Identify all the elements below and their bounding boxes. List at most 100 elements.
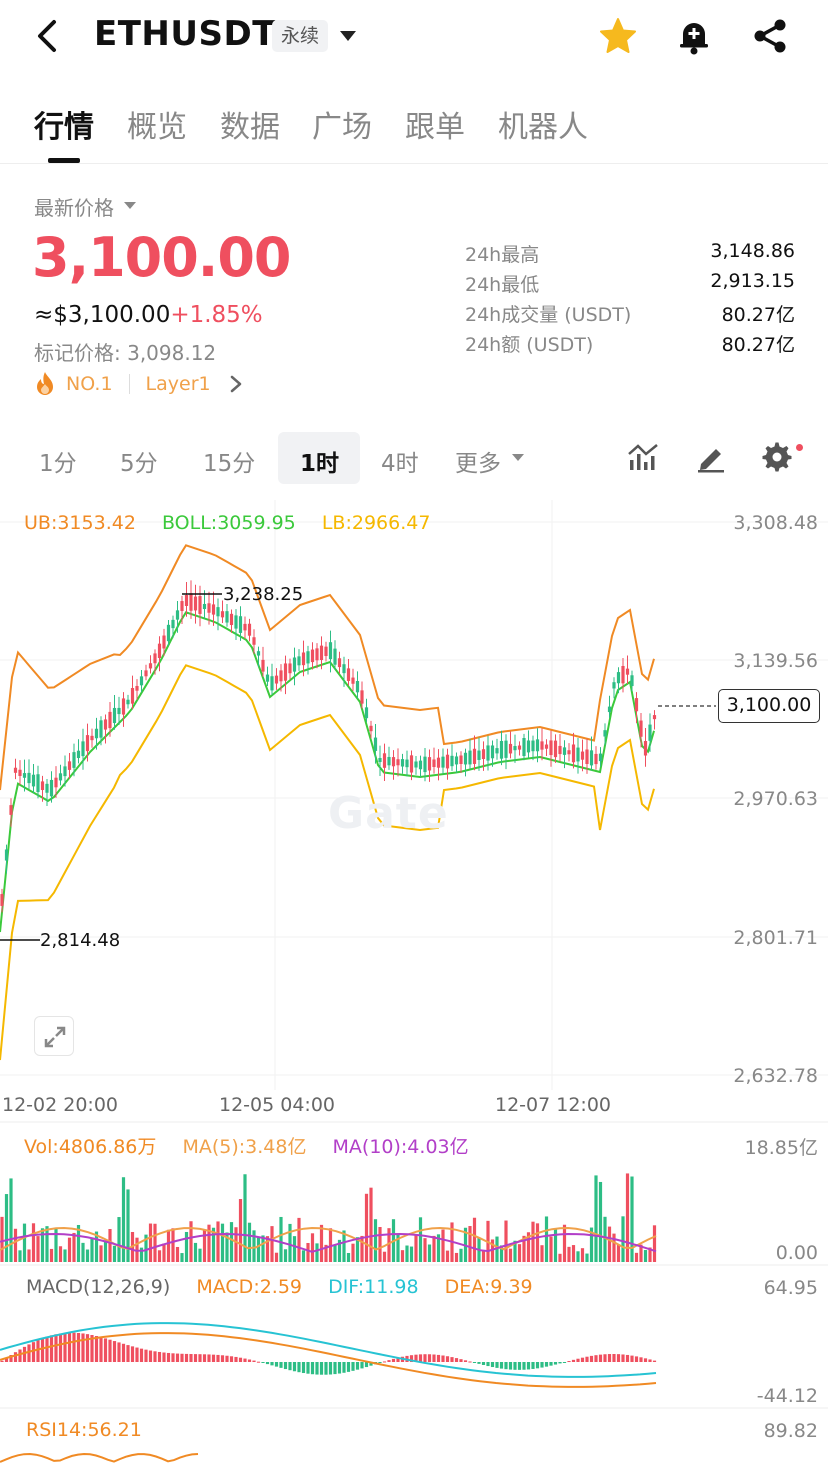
volume-bar	[301, 1250, 306, 1262]
last-price-label[interactable]: 最新价格	[34, 192, 114, 221]
expand-icon	[44, 1026, 66, 1048]
volume-bar	[45, 1226, 49, 1262]
rank-label: NO.1	[66, 373, 113, 395]
tab-data[interactable]: 数据	[220, 102, 280, 146]
candle-body	[99, 720, 103, 738]
pair-title[interactable]: ETHUSDT	[94, 14, 276, 54]
candle-body	[459, 755, 463, 764]
candle-body	[283, 663, 288, 681]
volume-bar	[364, 1193, 369, 1262]
macd-histogram-bar	[531, 1362, 535, 1369]
macd-histogram-bar	[153, 1351, 157, 1362]
volume-bar	[270, 1226, 274, 1262]
chevron-right-icon	[230, 375, 241, 393]
tab-overview[interactable]: 概览	[127, 102, 187, 146]
settings-notification-dot	[796, 444, 803, 451]
volume-bar	[472, 1217, 477, 1262]
volume-ma5: MA(5):3.48亿	[182, 1136, 307, 1158]
volume-bar	[193, 1242, 198, 1262]
volume-bar	[121, 1177, 126, 1262]
macd-histogram-bar	[436, 1354, 441, 1362]
dea-value: DEA:9.39	[444, 1276, 533, 1298]
more-caret-icon[interactable]	[512, 454, 524, 461]
candle-body	[157, 643, 162, 659]
volume-legend[interactable]: Vol:4806.86万 MA(5):3.48亿 MA(10):4.03亿	[24, 1132, 469, 1159]
rank-row[interactable]: NO.1 Layer1	[34, 370, 243, 398]
volume-bar	[112, 1245, 117, 1262]
volume-bar	[481, 1250, 486, 1262]
macd-histogram-bar	[576, 1358, 580, 1362]
volume-bar	[652, 1225, 657, 1262]
pair-dropdown-caret-icon[interactable]	[340, 31, 356, 41]
y-tick-label: 2,632.78	[733, 1065, 818, 1087]
candle-body	[634, 698, 639, 712]
interval-1h[interactable]: 1时	[300, 444, 339, 478]
back-arrow-icon[interactable]	[30, 16, 66, 56]
candle-body	[121, 698, 126, 715]
volume-bar	[423, 1238, 427, 1262]
tab-square[interactable]: 广场	[312, 102, 372, 146]
candle-body	[450, 755, 454, 767]
volume-bar	[405, 1245, 409, 1262]
candle-body	[256, 651, 261, 656]
macd-histogram-bar	[36, 1340, 40, 1362]
price-alert-bell-icon[interactable]	[674, 16, 714, 56]
macd-histogram-bar	[391, 1358, 396, 1362]
volume-bar	[418, 1217, 423, 1262]
favorite-star-icon[interactable]	[598, 16, 638, 56]
macd-histogram-bar	[207, 1354, 211, 1362]
candle-body	[265, 674, 270, 682]
volume-bar	[567, 1246, 571, 1262]
interval-15m[interactable]: 15分	[203, 444, 255, 478]
candle-body	[468, 750, 472, 765]
macd-histogram-bar	[126, 1345, 130, 1362]
tab-bots[interactable]: 机器人	[498, 102, 588, 146]
chart-settings-gear-icon[interactable]	[760, 440, 794, 474]
volume-bar	[108, 1229, 112, 1262]
volume-bar	[580, 1248, 585, 1262]
volume-bar	[306, 1242, 310, 1262]
macd-histogram-bar	[468, 1361, 472, 1363]
stat-volume: 24h成交量 (USDT) 80.27亿	[465, 300, 795, 330]
tab-copy-trading[interactable]: 跟单	[405, 102, 465, 146]
candle-body	[540, 741, 544, 750]
macd-histogram-bar	[243, 1358, 247, 1362]
volume-bar	[544, 1216, 549, 1262]
macd-histogram-bar	[472, 1362, 477, 1363]
candle-body	[436, 757, 441, 768]
chart-area[interactable]: Gate UB:3153.42 BOLL:3059.95 LB:2966.47 …	[0, 500, 828, 1470]
candlestick-chart[interactable]	[0, 500, 828, 1470]
macd-histogram-bar	[652, 1360, 657, 1362]
candle-body	[364, 707, 369, 719]
interval-4h[interactable]: 4时	[381, 444, 419, 478]
macd-legend[interactable]: MACD(12,26,9) MACD:2.59 DIF:11.98 DEA:9.…	[26, 1276, 533, 1298]
candle-body	[94, 728, 99, 739]
boll-legend[interactable]: UB:3153.42 BOLL:3059.95 LB:2966.47	[24, 512, 430, 534]
drawing-pen-icon[interactable]	[694, 440, 728, 474]
rsi-legend[interactable]: RSI14:56.21	[26, 1419, 142, 1441]
volume-ma10: MA(10):4.03亿	[332, 1136, 469, 1158]
candle-body	[571, 744, 576, 763]
macd-histogram-bar	[108, 1339, 112, 1362]
interval-more[interactable]: 更多	[455, 444, 501, 478]
share-icon[interactable]	[750, 16, 790, 56]
candle-body	[220, 611, 225, 618]
interval-1m[interactable]: 1分	[39, 444, 77, 478]
interval-5m[interactable]: 5分	[120, 444, 158, 478]
candle-body	[513, 746, 517, 751]
macd-histogram-bar	[477, 1362, 481, 1364]
price-type-caret-icon[interactable]	[124, 202, 136, 209]
candle-body	[337, 658, 342, 668]
candle-body	[319, 645, 324, 661]
volume-bar	[175, 1246, 180, 1262]
expand-chart-button[interactable]	[34, 1016, 74, 1056]
indicators-icon[interactable]	[626, 440, 660, 474]
ub-value: UB:3153.42	[24, 512, 136, 534]
contract-type-badge[interactable]: 永续	[272, 20, 329, 52]
volume-bar	[333, 1245, 337, 1262]
candle-body	[58, 773, 63, 781]
candle-body	[243, 623, 247, 631]
tab-market[interactable]: 行情	[34, 102, 94, 146]
volume-bar	[630, 1176, 634, 1262]
volume-bar	[351, 1243, 355, 1262]
